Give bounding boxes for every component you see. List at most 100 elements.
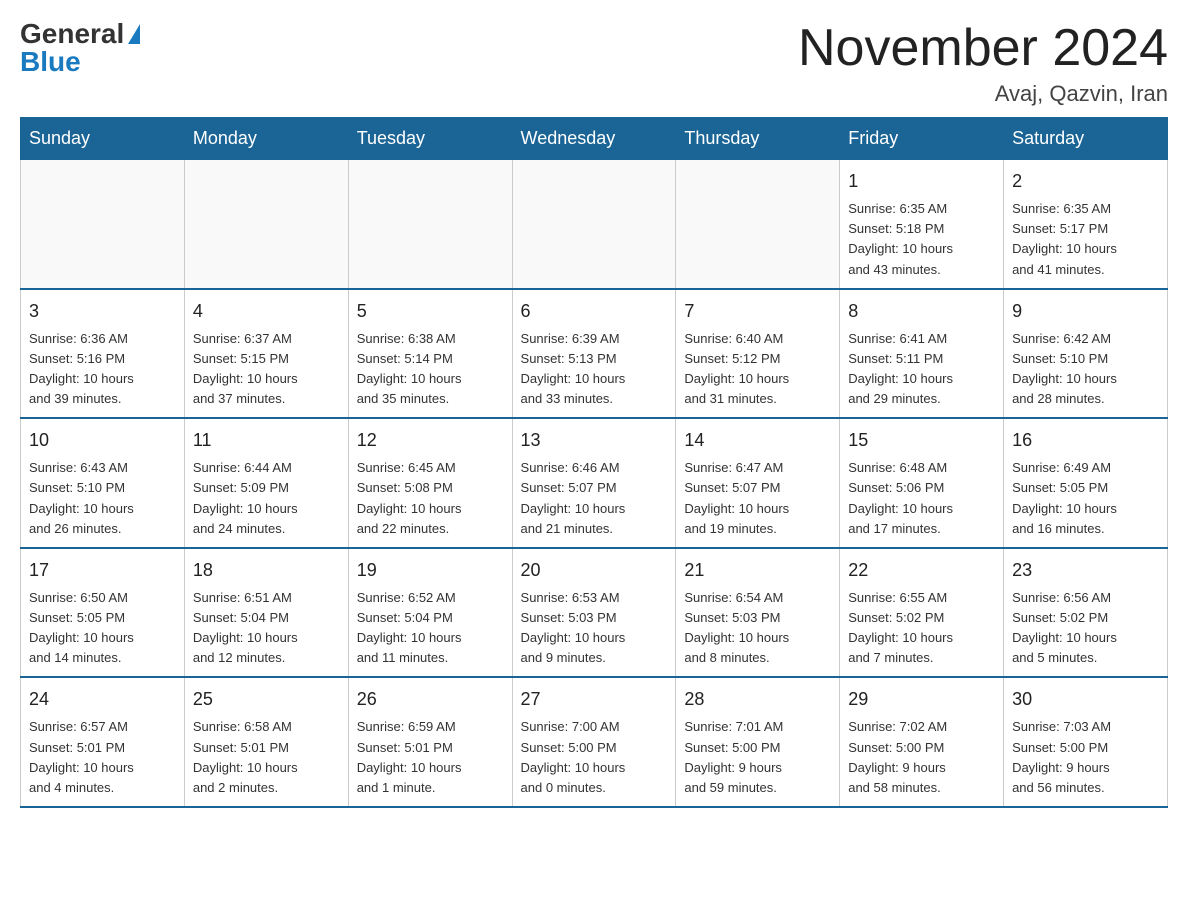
- weekday-header-wednesday: Wednesday: [512, 118, 676, 160]
- calendar-header: SundayMondayTuesdayWednesdayThursdayFrid…: [21, 118, 1168, 160]
- day-info: Sunrise: 6:59 AMSunset: 5:01 PMDaylight:…: [357, 717, 504, 798]
- day-number: 23: [1012, 557, 1159, 584]
- calendar-cell: 3Sunrise: 6:36 AMSunset: 5:16 PMDaylight…: [21, 289, 185, 419]
- calendar-cell: 6 Sunrise: 6:39 AMSunset: 5:13 PMDaylight…: [512, 289, 676, 419]
- calendar-cell: 10Sunrise: 6:43 AMSunset: 5:10 PMDayligh…: [21, 418, 185, 548]
- day-info: Sunrise: 6:43 AMSunset: 5:10 PMDaylight:…: [29, 458, 176, 539]
- day-info: Sunrise: 6:49 AMSunset: 5:05 PMDaylight:…: [1012, 458, 1159, 539]
- day-number: 30: [1012, 686, 1159, 713]
- day-number: 16: [1012, 427, 1159, 454]
- calendar-cell: 14 Sunrise: 6:47 AMSunset: 5:07 PMDayligh…: [676, 418, 840, 548]
- calendar-row: 17 Sunrise: 6:50 AMSunset: 5:05 PMDayligh…: [21, 548, 1168, 678]
- calendar-cell: 15 Sunrise: 6:48 AMSunset: 5:06 PMDayligh…: [840, 418, 1004, 548]
- calendar-cell: 5 Sunrise: 6:38 AMSunset: 5:14 PMDaylight…: [348, 289, 512, 419]
- weekday-header-monday: Monday: [184, 118, 348, 160]
- day-number: 6: [521, 298, 668, 325]
- day-number: 4: [193, 298, 340, 325]
- day-number: 15: [848, 427, 995, 454]
- title-section: November 2024 Avaj, Qazvin, Iran: [798, 20, 1168, 107]
- calendar-cell: 22Sunrise: 6:55 AMSunset: 5:02 PMDayligh…: [840, 548, 1004, 678]
- day-number: 25: [193, 686, 340, 713]
- logo-blue-text: Blue: [20, 48, 81, 76]
- day-number: 5: [357, 298, 504, 325]
- day-number: 12: [357, 427, 504, 454]
- calendar-cell: 13 Sunrise: 6:46 AMSunset: 5:07 PMDayligh…: [512, 418, 676, 548]
- day-info: Sunrise: 6:44 AMSunset: 5:09 PMDaylight:…: [193, 458, 340, 539]
- day-number: 18: [193, 557, 340, 584]
- day-number: 14: [684, 427, 831, 454]
- calendar-cell: 27 Sunrise: 7:00 AMSunset: 5:00 PMDayligh…: [512, 677, 676, 807]
- day-info: Sunrise: 6:41 AMSunset: 5:11 PMDaylight:…: [848, 329, 995, 410]
- calendar-row: 10Sunrise: 6:43 AMSunset: 5:10 PMDayligh…: [21, 418, 1168, 548]
- page-header: General Blue November 2024 Avaj, Qazvin,…: [20, 20, 1168, 107]
- weekday-header-friday: Friday: [840, 118, 1004, 160]
- calendar-cell: 17 Sunrise: 6:50 AMSunset: 5:05 PMDayligh…: [21, 548, 185, 678]
- day-number: 2: [1012, 168, 1159, 195]
- day-info: Sunrise: 7:02 AMSunset: 5:00 PMDaylight:…: [848, 717, 995, 798]
- day-info: Sunrise: 6:39 AMSunset: 5:13 PMDaylight:…: [521, 329, 668, 410]
- day-info: Sunrise: 6:42 AMSunset: 5:10 PMDaylight:…: [1012, 329, 1159, 410]
- day-info: Sunrise: 6:36 AMSunset: 5:16 PMDaylight:…: [29, 329, 176, 410]
- day-info: Sunrise: 6:52 AMSunset: 5:04 PMDaylight:…: [357, 588, 504, 669]
- weekday-header-saturday: Saturday: [1004, 118, 1168, 160]
- day-number: 26: [357, 686, 504, 713]
- calendar-cell: 4 Sunrise: 6:37 AMSunset: 5:15 PMDaylight…: [184, 289, 348, 419]
- day-info: Sunrise: 6:40 AMSunset: 5:12 PMDaylight:…: [684, 329, 831, 410]
- calendar-row: 24Sunrise: 6:57 AMSunset: 5:01 PMDayligh…: [21, 677, 1168, 807]
- calendar-cell: 23Sunrise: 6:56 AMSunset: 5:02 PMDayligh…: [1004, 548, 1168, 678]
- weekday-header-sunday: Sunday: [21, 118, 185, 160]
- day-number: 27: [521, 686, 668, 713]
- calendar-cell: 24Sunrise: 6:57 AMSunset: 5:01 PMDayligh…: [21, 677, 185, 807]
- day-number: 13: [521, 427, 668, 454]
- day-number: 1: [848, 168, 995, 195]
- day-number: 9: [1012, 298, 1159, 325]
- day-number: 17: [29, 557, 176, 584]
- calendar-cell: 7Sunrise: 6:40 AMSunset: 5:12 PMDaylight…: [676, 289, 840, 419]
- day-number: 19: [357, 557, 504, 584]
- calendar-cell: 28 Sunrise: 7:01 AMSunset: 5:00 PMDayligh…: [676, 677, 840, 807]
- calendar-cell: 19 Sunrise: 6:52 AMSunset: 5:04 PMDayligh…: [348, 548, 512, 678]
- calendar-table: SundayMondayTuesdayWednesdayThursdayFrid…: [20, 117, 1168, 808]
- day-info: Sunrise: 6:58 AMSunset: 5:01 PMDaylight:…: [193, 717, 340, 798]
- day-info: Sunrise: 6:46 AMSunset: 5:07 PMDaylight:…: [521, 458, 668, 539]
- day-number: 28: [684, 686, 831, 713]
- calendar-cell: 29 Sunrise: 7:02 AMSunset: 5:00 PMDayligh…: [840, 677, 1004, 807]
- month-title: November 2024: [798, 20, 1168, 77]
- day-info: Sunrise: 6:55 AMSunset: 5:02 PMDaylight:…: [848, 588, 995, 669]
- weekday-header-tuesday: Tuesday: [348, 118, 512, 160]
- calendar-cell: [676, 160, 840, 289]
- location-subtitle: Avaj, Qazvin, Iran: [798, 81, 1168, 107]
- day-number: 8: [848, 298, 995, 325]
- day-info: Sunrise: 7:03 AMSunset: 5:00 PMDaylight:…: [1012, 717, 1159, 798]
- day-info: Sunrise: 7:00 AMSunset: 5:00 PMDaylight:…: [521, 717, 668, 798]
- calendar-cell: 16 Sunrise: 6:49 AMSunset: 5:05 PMDayligh…: [1004, 418, 1168, 548]
- day-info: Sunrise: 6:48 AMSunset: 5:06 PMDaylight:…: [848, 458, 995, 539]
- day-info: Sunrise: 6:47 AMSunset: 5:07 PMDaylight:…: [684, 458, 831, 539]
- calendar-cell: 8 Sunrise: 6:41 AMSunset: 5:11 PMDaylight…: [840, 289, 1004, 419]
- calendar-cell: [348, 160, 512, 289]
- logo-triangle-icon: [128, 24, 140, 44]
- calendar-row: 1 Sunrise: 6:35 AMSunset: 5:18 PMDaylight…: [21, 160, 1168, 289]
- day-number: 29: [848, 686, 995, 713]
- calendar-cell: 12 Sunrise: 6:45 AMSunset: 5:08 PMDayligh…: [348, 418, 512, 548]
- calendar-cell: 1 Sunrise: 6:35 AMSunset: 5:18 PMDaylight…: [840, 160, 1004, 289]
- day-info: Sunrise: 6:51 AMSunset: 5:04 PMDaylight:…: [193, 588, 340, 669]
- day-info: Sunrise: 7:01 AMSunset: 5:00 PMDaylight:…: [684, 717, 831, 798]
- day-info: Sunrise: 6:50 AMSunset: 5:05 PMDaylight:…: [29, 588, 176, 669]
- calendar-cell: 11Sunrise: 6:44 AMSunset: 5:09 PMDayligh…: [184, 418, 348, 548]
- calendar-cell: 26 Sunrise: 6:59 AMSunset: 5:01 PMDayligh…: [348, 677, 512, 807]
- day-info: Sunrise: 6:45 AMSunset: 5:08 PMDaylight:…: [357, 458, 504, 539]
- calendar-cell: 9 Sunrise: 6:42 AMSunset: 5:10 PMDaylight…: [1004, 289, 1168, 419]
- day-info: Sunrise: 6:38 AMSunset: 5:14 PMDaylight:…: [357, 329, 504, 410]
- calendar-row: 3Sunrise: 6:36 AMSunset: 5:16 PMDaylight…: [21, 289, 1168, 419]
- calendar-cell: [184, 160, 348, 289]
- logo: General Blue: [20, 20, 140, 76]
- day-info: Sunrise: 6:35 AMSunset: 5:18 PMDaylight:…: [848, 199, 995, 280]
- calendar-cell: 25 Sunrise: 6:58 AMSunset: 5:01 PMDayligh…: [184, 677, 348, 807]
- day-info: Sunrise: 6:35 AMSunset: 5:17 PMDaylight:…: [1012, 199, 1159, 280]
- calendar-cell: 2 Sunrise: 6:35 AMSunset: 5:17 PMDaylight…: [1004, 160, 1168, 289]
- day-number: 20: [521, 557, 668, 584]
- day-info: Sunrise: 6:37 AMSunset: 5:15 PMDaylight:…: [193, 329, 340, 410]
- calendar-cell: 18 Sunrise: 6:51 AMSunset: 5:04 PMDayligh…: [184, 548, 348, 678]
- calendar-cell: 30 Sunrise: 7:03 AMSunset: 5:00 PMDayligh…: [1004, 677, 1168, 807]
